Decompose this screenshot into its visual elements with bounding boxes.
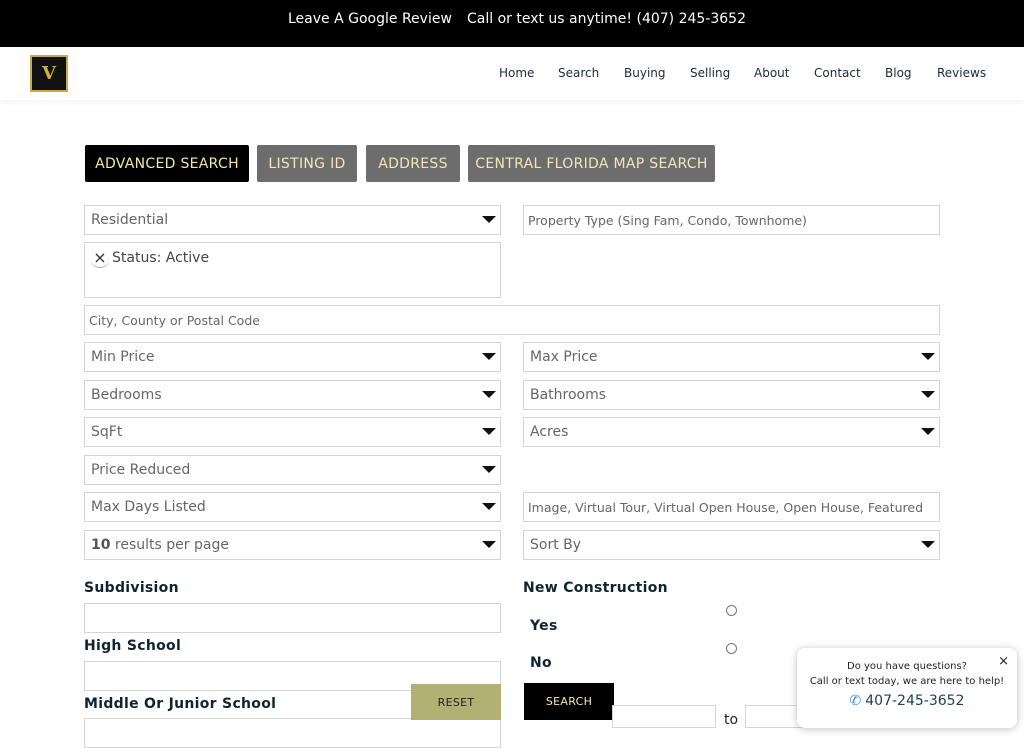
popup-question: Do you have questions? — [847, 661, 967, 672]
chevron-down-icon — [921, 541, 935, 548]
popup-phone-number: 407-245-3652 — [865, 693, 965, 709]
new-construction-yes-label: Yes — [530, 618, 558, 634]
chevron-down-icon — [482, 541, 496, 548]
logo-letter: V — [42, 63, 56, 84]
status-chip-label: Status: Active — [112, 250, 210, 266]
nav-blog[interactable]: Blog — [885, 66, 912, 80]
site-logo[interactable]: V — [30, 55, 68, 92]
chevron-down-icon — [921, 353, 935, 360]
reset-button[interactable]: RESET — [411, 684, 501, 720]
nav-buying[interactable]: Buying — [624, 66, 666, 80]
range-from-input[interactable] — [612, 705, 716, 728]
results-count: 10 — [91, 537, 111, 553]
max-price-select[interactable]: Max Price — [523, 342, 940, 372]
popup-subtext: Call or text today, we are here to help! — [809, 676, 1005, 687]
status-multiselect[interactable]: × Status: Active — [84, 242, 501, 298]
bathrooms-select[interactable]: Bathrooms — [523, 380, 940, 410]
sort-by-select[interactable]: Sort By — [523, 530, 940, 560]
results-per-page-select[interactable]: 10 results per page — [84, 530, 501, 560]
popup-phone-link[interactable]: ✆ 407-245-3652 — [797, 693, 1017, 709]
sqft-value: SqFt — [91, 424, 123, 440]
nav-contact[interactable]: Contact — [814, 66, 861, 80]
sort-by-value: Sort By — [530, 537, 582, 553]
tab-advanced-search[interactable]: ADVANCED SEARCH — [85, 145, 249, 182]
max-days-select[interactable]: Max Days Listed — [84, 492, 501, 522]
class-select[interactable]: Residential — [84, 205, 501, 235]
nav-about[interactable]: About — [754, 66, 789, 80]
tab-listing-id[interactable]: LISTING ID — [257, 145, 357, 182]
max-price-value: Max Price — [530, 349, 598, 365]
chevron-down-icon — [482, 466, 496, 473]
subdivision-input[interactable] — [84, 603, 501, 633]
nav-reviews[interactable]: Reviews — [937, 66, 986, 80]
chevron-down-icon — [482, 216, 496, 223]
contact-popup: × Do you have questions? Call or text to… — [797, 648, 1017, 728]
new-construction-yes-radio[interactable] — [726, 605, 737, 616]
sqft-select[interactable]: SqFt — [84, 417, 501, 447]
features-placeholder: Image, Virtual Tour, Virtual Open House,… — [528, 499, 924, 515]
close-icon[interactable]: × — [90, 248, 110, 268]
middle-school-label: Middle Or Junior School — [84, 696, 277, 712]
min-price-value: Min Price — [91, 349, 155, 365]
range-to-input[interactable] — [745, 705, 805, 728]
new-construction-label: New Construction — [523, 580, 668, 596]
location-placeholder: City, County or Postal Code — [89, 312, 260, 328]
status-chip: × Status: Active — [90, 248, 209, 268]
chevron-down-icon — [482, 503, 496, 510]
price-reduced-select[interactable]: Price Reduced — [84, 455, 501, 485]
chevron-down-icon — [482, 428, 496, 435]
results-suffix: results per page — [110, 537, 229, 553]
chevron-down-icon — [482, 391, 496, 398]
nav-selling[interactable]: Selling — [690, 66, 730, 80]
property-type-input[interactable]: Property Type (Sing Fam, Condo, Townhome… — [523, 205, 940, 235]
new-construction-no-label: No — [530, 655, 552, 671]
bedrooms-select[interactable]: Bedrooms — [84, 380, 501, 410]
top-announcement-bar: Leave A Google Review Call or text us an… — [0, 0, 1024, 47]
middle-school-input[interactable] — [84, 718, 501, 748]
high-school-label: High School — [84, 638, 182, 654]
class-select-value: Residential — [91, 212, 169, 228]
tab-address[interactable]: ADDRESS — [366, 145, 460, 182]
call-text-banner[interactable]: Call or text us anytime! (407) 245-3652 — [467, 11, 746, 27]
bathrooms-value: Bathrooms — [530, 387, 607, 403]
acres-value: Acres — [530, 424, 569, 440]
chevron-down-icon — [482, 353, 496, 360]
phone-icon: ✆ — [849, 693, 862, 709]
subdivision-label: Subdivision — [84, 580, 179, 596]
tab-map-search[interactable]: CENTRAL FLORIDA MAP SEARCH — [468, 145, 715, 182]
max-days-value: Max Days Listed — [91, 499, 206, 515]
nav-search[interactable]: Search — [558, 66, 599, 80]
new-construction-no-radio[interactable] — [726, 643, 737, 654]
google-review-link[interactable]: Leave A Google Review — [288, 11, 452, 27]
price-reduced-value: Price Reduced — [91, 462, 191, 478]
features-input[interactable]: Image, Virtual Tour, Virtual Open House,… — [523, 492, 940, 522]
chevron-down-icon — [921, 428, 935, 435]
bedrooms-value: Bedrooms — [91, 387, 162, 403]
property-type-placeholder: Property Type (Sing Fam, Condo, Townhome… — [528, 212, 807, 228]
range-to-label: to — [724, 712, 739, 728]
chevron-down-icon — [921, 391, 935, 398]
main-navbar: V Home Search Buying Selling About Conta… — [0, 47, 1024, 100]
acres-select[interactable]: Acres — [523, 417, 940, 447]
search-button[interactable]: SEARCH — [524, 683, 614, 720]
location-input[interactable]: City, County or Postal Code — [84, 305, 940, 335]
nav-home[interactable]: Home — [499, 66, 534, 80]
min-price-select[interactable]: Min Price — [84, 342, 501, 372]
